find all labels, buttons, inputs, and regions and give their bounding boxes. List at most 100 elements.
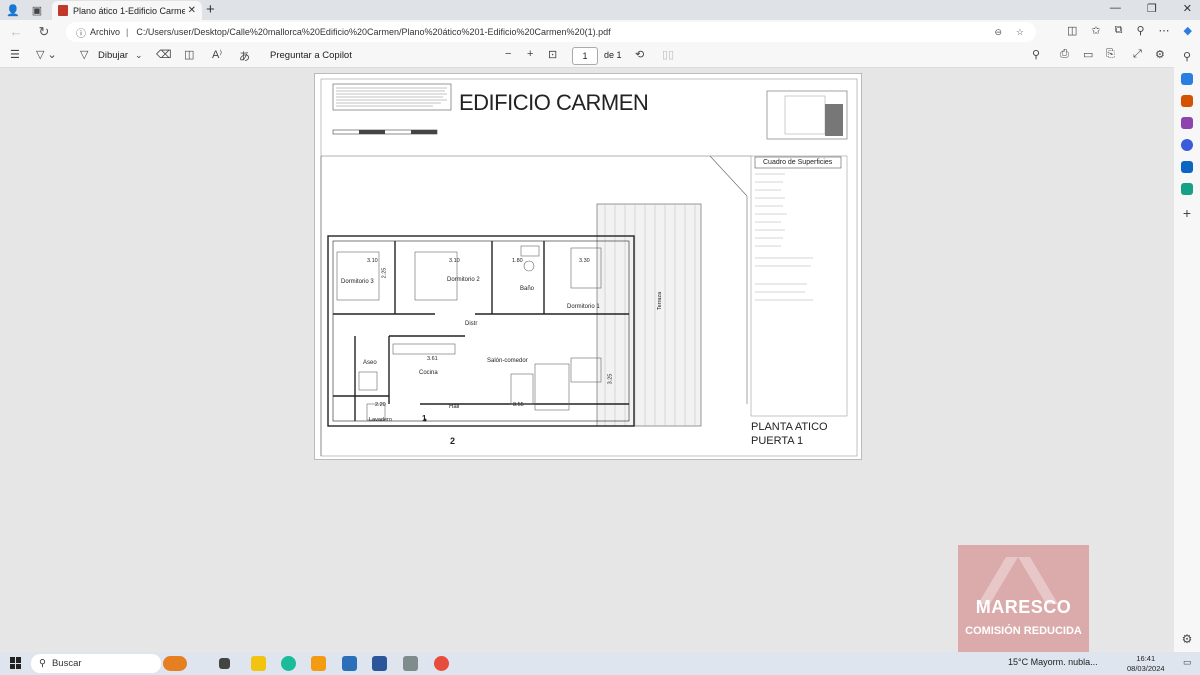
room-salon: Salón-comedor (487, 358, 528, 364)
room-dorm1: Dormitorio 1 (567, 304, 600, 310)
new-tab-icon[interactable]: + (206, 1, 215, 18)
widgets-people-icon[interactable] (163, 656, 187, 671)
browser-actions: ◫ ✩ ⧉ ⚲ ⋯ ◆ (1067, 24, 1192, 37)
favorites-icon[interactable]: ✩ (1091, 24, 1100, 37)
save-icon[interactable]: ▭ (1083, 48, 1093, 61)
search-label: Buscar (51, 658, 82, 669)
dimension: 3.10 (367, 258, 378, 264)
watermark-brand: MARESCO (975, 597, 1072, 617)
windows-taskbar: ⚲ Buscar 15°C Mayorm. nubla... 16:41 08/… (0, 652, 1200, 675)
profile-icon[interactable]: 👤 (4, 1, 22, 19)
edge-sidebar: ⚲ + ⚙ (1174, 44, 1200, 652)
draw-dropdown-icon[interactable]: ⌄ (135, 50, 143, 61)
tab-pdf[interactable]: Plano ático 1-Edificio Carmen (1) ✕ (52, 1, 202, 20)
print-icon[interactable]: ⎙ (1060, 48, 1069, 61)
search-sidebar-icon[interactable]: ⚲ (1183, 50, 1191, 63)
back-icon[interactable]: ← (4, 24, 28, 39)
store-icon[interactable] (342, 656, 357, 671)
close-tab-icon[interactable]: ✕ (188, 5, 196, 16)
more-icon[interactable]: ⋯ (1159, 24, 1170, 37)
room-bano: Baño (520, 286, 535, 292)
close-window-icon[interactable]: ✕ (1183, 2, 1192, 15)
add-sidebar-icon[interactable]: + (1183, 205, 1191, 221)
notification-icon[interactable]: ▭ (1183, 657, 1192, 668)
floor-plan-drawing (320, 78, 858, 457)
maximize-icon[interactable]: ❐ (1147, 2, 1157, 15)
room-dorm2: Dormitorio 2 (447, 277, 480, 283)
tab-title: Plano ático 1-Edificio Carmen (1) (73, 5, 185, 16)
dimension: 3.25 (607, 373, 614, 385)
favorite-star-icon[interactable]: ☆ (1016, 27, 1024, 38)
collections-icon[interactable]: ⧉ (1115, 24, 1123, 37)
pdf-page: EDIFICIO CARMEN Cuadro de Superficies PL… (314, 73, 862, 460)
office-icon[interactable] (1181, 139, 1193, 151)
view-icon[interactable]: ◫ (184, 48, 194, 61)
room-distr: Distr (465, 321, 478, 327)
refresh-icon[interactable]: ↻ (32, 24, 56, 40)
url-text: C:/Users/user/Desktop/Calle%20mallorca%2… (136, 27, 611, 37)
address-bar-row: ← ↻ ⓘ Archivo | C:/Users/user/Desktop/Ca… (0, 20, 1200, 44)
two-page-icon[interactable]: ▯▯ (662, 48, 674, 61)
file-explorer-icon[interactable] (311, 656, 326, 671)
shopping-icon[interactable] (1181, 73, 1193, 85)
clock-date: 08/03/2024 (1127, 664, 1165, 673)
page-number-input[interactable]: 1 (572, 47, 598, 65)
task-view-icon[interactable] (219, 658, 230, 669)
find-icon[interactable]: ⚲ (1032, 48, 1040, 61)
outlook-icon[interactable] (1181, 161, 1193, 173)
door-label: PUERTA 1 (751, 435, 804, 447)
room-dorm3: Dormitorio 3 (341, 279, 374, 285)
zoom-out-icon[interactable]: − (505, 48, 511, 60)
save-as-icon[interactable]: ⎘ (1106, 48, 1115, 61)
floor-label: PLANTA ATICO (751, 421, 828, 433)
clock-time: 16:41 (1136, 654, 1156, 663)
pdf-toolbar: ☰ ▽ ⌄ ▽ Dibujar ⌄ ⌫ ◫ A⁾ あ Preguntar a C… (0, 44, 1174, 68)
tab-actions-icon[interactable]: ▣ (28, 1, 46, 19)
draw-label[interactable]: Dibujar (98, 50, 128, 61)
tools-icon[interactable] (1181, 95, 1193, 107)
sidebar-settings-icon[interactable]: ⚙ (1182, 632, 1193, 646)
eraser-icon[interactable]: ⌫ (156, 48, 172, 61)
read-aloud-icon[interactable]: A⁾ (212, 48, 222, 61)
translate-icon[interactable]: あ (239, 48, 250, 64)
draw-icon[interactable]: ▽ (80, 48, 88, 61)
dimension: 8.55 (513, 402, 524, 408)
games-icon[interactable] (1181, 117, 1193, 129)
room-cocina: Cocina (419, 370, 438, 376)
weather-widget[interactable]: 15°C Mayorm. nubla... (992, 657, 1098, 667)
start-icon[interactable] (10, 657, 22, 669)
marker-1: 1 (422, 414, 427, 423)
pdf-icon (58, 5, 68, 16)
fit-page-icon[interactable]: ⊡ (548, 48, 557, 61)
rotate-icon[interactable]: ⟲ (635, 48, 644, 61)
chrome-icon[interactable] (434, 656, 449, 671)
dimension: 3.10 (449, 258, 460, 264)
app-icon[interactable] (403, 656, 418, 671)
copilot-icon[interactable]: ◆ (1184, 24, 1192, 37)
clock[interactable]: 16:41 08/03/2024 (1127, 654, 1165, 674)
page-total: de 1 (604, 50, 622, 60)
room-aseo: Aseo (363, 360, 377, 366)
explorer-folder-icon[interactable] (251, 656, 266, 671)
zoom-icon[interactable]: ⊖ (994, 27, 1002, 38)
split-screen-icon[interactable]: ◫ (1067, 24, 1077, 37)
surfaces-title: Cuadro de Superficies (763, 159, 833, 166)
edge-icon[interactable] (281, 656, 296, 671)
extensions-icon[interactable]: ⚲ (1136, 24, 1144, 37)
search-icon: ⚲ (39, 658, 46, 669)
copilot-ask-button[interactable]: Preguntar a Copilot (270, 50, 352, 61)
word-icon[interactable] (372, 656, 387, 671)
minimize-icon[interactable]: — (1110, 2, 1121, 15)
browser-titlebar: 👤 ▣ Plano ático 1-Edificio Carmen (1) ✕ … (0, 0, 1200, 20)
info-icon: ⓘ (76, 28, 86, 40)
contents-icon[interactable]: ☰ (10, 48, 20, 61)
drop-icon[interactable] (1181, 183, 1193, 195)
zoom-in-icon[interactable]: + (527, 48, 533, 60)
fullscreen-icon[interactable]: ⤢ (1133, 48, 1142, 61)
address-field[interactable]: ⓘ Archivo | C:/Users/user/Desktop/Calle%… (66, 22, 1036, 42)
highlight-icon[interactable]: ▽ ⌄ (36, 48, 57, 61)
taskbar-search[interactable]: ⚲ Buscar (31, 654, 161, 673)
address-label: Archivo (90, 27, 121, 37)
dimension: 2.20 (375, 402, 386, 408)
pdf-settings-icon[interactable]: ⚙ (1155, 48, 1165, 61)
